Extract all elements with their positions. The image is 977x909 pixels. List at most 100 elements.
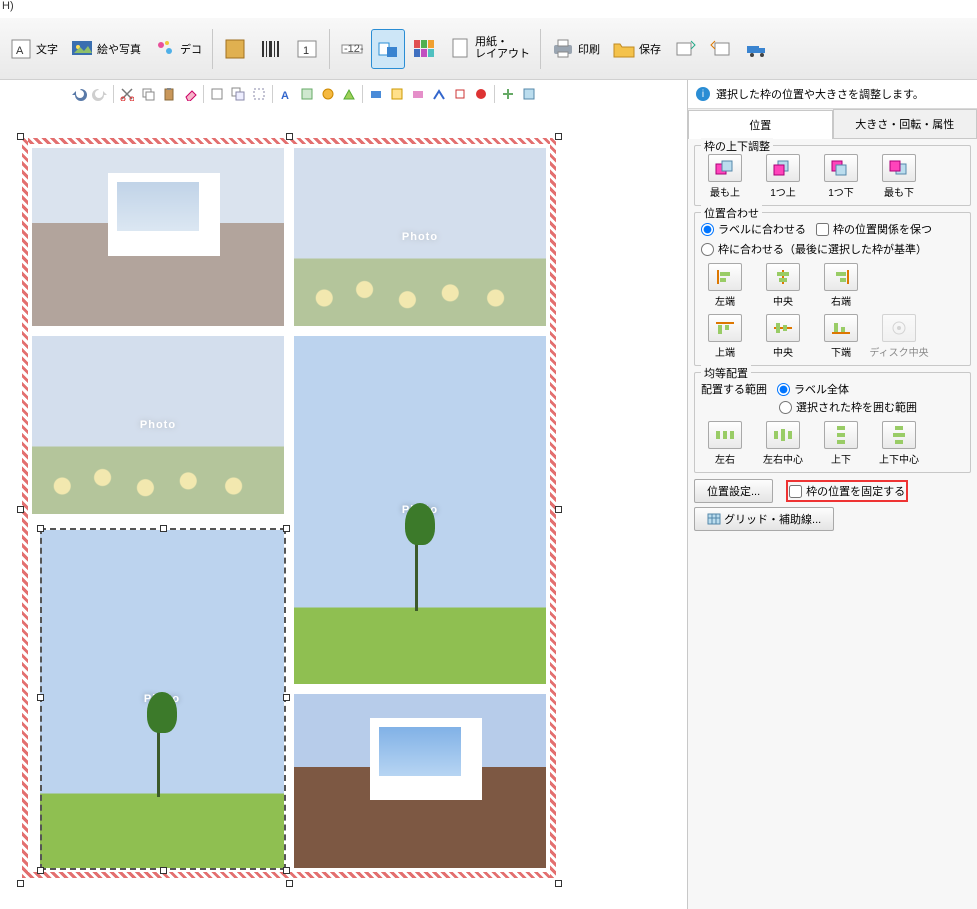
btn-align-top[interactable]: 上端 [701,314,749,359]
sub-icon-14[interactable] [520,85,538,103]
tool-misc-2[interactable] [254,29,288,69]
check-lock-position[interactable]: 枠の位置を固定する [787,481,907,501]
btn-dist-h[interactable]: 左右 [701,421,749,466]
copy-icon [141,87,155,101]
sub-icon-text[interactable]: A [277,85,295,103]
sub-icon-7[interactable] [367,85,385,103]
ruler-icon: -12- [340,37,364,61]
svg-text:-12-: -12- [344,43,364,55]
btn-align-disc: ディスク中央 [875,314,923,359]
btn-align-left[interactable]: 左端 [701,263,749,308]
svg-text:A: A [281,90,289,101]
redo-icon [92,86,108,102]
redo-button[interactable] [91,85,109,103]
layout-icon [376,37,400,61]
tool-misc-3[interactable]: 1 [290,29,324,69]
photo-frame-2[interactable]: Photo [294,148,546,326]
sub-icon-12[interactable] [472,85,490,103]
pattern-icon [223,37,247,61]
cut-button[interactable] [118,85,136,103]
tool-swatch[interactable] [407,29,441,69]
sub-icon-13[interactable] [499,85,517,103]
canvas[interactable]: Photo Photo Photo Photo Photo Photo [0,108,686,908]
radio-align-frame[interactable]: 枠に合わせる（最後に選択した枠が基準） [701,241,927,257]
sub-icon-9[interactable] [409,85,427,103]
calendar-icon: 1 [295,37,319,61]
tool-export-1[interactable] [668,29,702,69]
import-icon [709,37,733,61]
btn-backward[interactable]: 1つ下 [817,154,865,199]
btn-send-back[interactable]: 最も下 [875,154,923,199]
grid-icon [707,513,721,525]
eraser-icon [183,87,197,101]
title-fragment: H) [0,0,14,18]
btn-align-bottom[interactable]: 下端 [817,314,865,359]
tool-export-2[interactable] [704,29,738,69]
btn-grid-guides[interactable]: グリッド・補助線... [694,507,834,531]
truck-icon [745,37,769,61]
radio-range-selection[interactable]: 選択された枠を囲む範囲 [779,399,917,415]
tab-position[interactable]: 位置 [688,110,833,139]
tool-print[interactable]: 印刷 [546,29,605,69]
sub-toolbar: A [70,82,538,106]
sub-icon-5[interactable] [319,85,337,103]
check-keep-relations[interactable]: 枠の位置関係を保つ [816,221,932,237]
delete-button[interactable] [181,85,199,103]
radio-range-label[interactable]: ラベル全体 [777,381,849,397]
photo-frame-6[interactable]: Photo [294,694,546,868]
btn-align-hcenter[interactable]: 中央 [759,263,807,308]
image-icon [70,37,94,61]
sub-icon-3[interactable] [250,85,268,103]
svg-text:1: 1 [303,45,309,57]
photo-frame-3[interactable]: Photo [32,336,284,514]
tool-text[interactable]: A 文字 [4,29,63,69]
undo-icon [71,86,87,102]
btn-forward[interactable]: 1つ上 [759,154,807,199]
tool-misc-4[interactable]: -12- [335,29,369,69]
sub-icon-1[interactable] [208,85,226,103]
swatch-icon [412,37,436,61]
tabs: 位置 大きさ・回転・属性 [688,109,977,139]
sub-icon-2[interactable] [229,85,247,103]
tool-export-3[interactable] [740,29,774,69]
text-icon: A [9,37,33,61]
sub-icon-4[interactable] [298,85,316,103]
tool-save[interactable]: 保存 [607,29,666,69]
inspector-panel: i 選択した枠の位置や大きさを調整します。 位置 大きさ・回転・属性 枠の上下調… [687,80,977,909]
tool-position-selected[interactable] [371,29,405,69]
info-bar: i 選択した枠の位置や大きさを調整します。 [688,80,977,109]
tool-deco[interactable]: デコ [148,29,207,69]
photo-frame-4[interactable]: Photo [294,336,546,684]
export-icon [673,37,697,61]
btn-dist-vc[interactable]: 上下中心 [875,421,923,466]
main-toolbar: A 文字 絵や写真 デコ 1 -12- 用紙・レイアウト 印刷 保存 [0,18,977,80]
folder-icon [612,37,636,61]
radio-align-label[interactable]: ラベルに合わせる [701,221,806,237]
group-zorder: 枠の上下調整 最も上 1つ上 1つ下 最も下 [694,145,971,206]
btn-bring-front[interactable]: 最も上 [701,154,749,199]
group-align: 位置合わせ ラベルに合わせる 枠の位置関係を保つ 枠に合わせる（最後に選択した枠… [694,212,971,366]
group-distribute: 均等配置 配置する範囲 ラベル全体 選択された枠を囲む範囲 左右 左右中心 上下… [694,372,971,473]
tool-photo[interactable]: 絵や写真 [65,29,146,69]
btn-align-right[interactable]: 右端 [817,263,865,308]
paper-icon [448,37,472,61]
btn-dist-hc[interactable]: 左右中心 [759,421,807,466]
btn-dist-v[interactable]: 上下 [817,421,865,466]
undo-button[interactable] [70,85,88,103]
copy-button[interactable] [139,85,157,103]
tool-paper[interactable]: 用紙・レイアウト [443,29,535,69]
sub-icon-6[interactable] [340,85,358,103]
sub-icon-11[interactable] [451,85,469,103]
btn-position-settings[interactable]: 位置設定... [694,479,773,503]
sub-icon-10[interactable] [430,85,448,103]
tool-misc-1[interactable] [218,29,252,69]
sub-icon-8[interactable] [388,85,406,103]
svg-text:A: A [16,45,24,57]
cut-icon [120,87,134,101]
btn-align-vcenter[interactable]: 中央 [759,314,807,359]
paste-icon [162,87,176,101]
paste-button[interactable] [160,85,178,103]
tab-size[interactable]: 大きさ・回転・属性 [833,109,977,138]
photo-frame-1[interactable]: Photo [32,148,284,326]
info-icon: i [696,87,710,101]
